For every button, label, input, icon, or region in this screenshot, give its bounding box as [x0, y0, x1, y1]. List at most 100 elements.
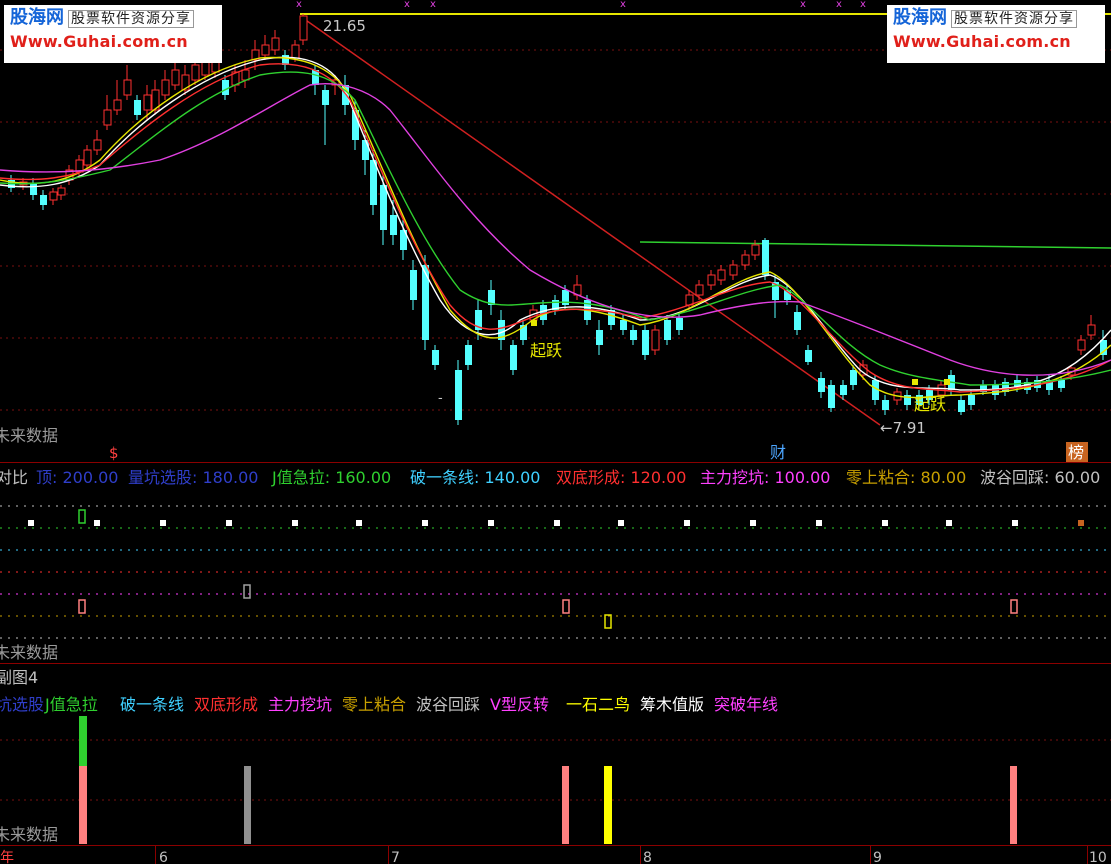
sub2-grid — [0, 739, 1111, 801]
sub2-legend-10: 突破年线 — [714, 695, 778, 714]
main-caption: 未来数据 — [0, 426, 58, 445]
watermark-brand: 股海网 — [10, 7, 64, 28]
candle — [271, 37, 280, 51]
candlesticks — [8, 14, 1107, 425]
high-price-label: 21.65 — [323, 17, 366, 35]
low-price-label: ←7.91 — [880, 419, 926, 437]
sub2-bars — [79, 716, 1017, 844]
candle — [805, 350, 812, 362]
sub2-legend-3: 双底形成 — [194, 695, 258, 714]
marker-cai: 财 — [770, 443, 786, 462]
candle — [261, 44, 270, 56]
signal-dot — [28, 520, 34, 526]
dash-mark: - — [438, 391, 443, 406]
sub1-legend: 顶: 200.00 量坑选股: 180.00 J值急拉: 160.00 破一条线… — [36, 468, 1100, 487]
candle — [642, 330, 649, 355]
candle — [161, 79, 170, 96]
sub1-caption: 未来数据 — [0, 643, 58, 662]
candle — [510, 345, 517, 370]
candle — [455, 370, 462, 420]
sub1-legend-5: 主力挖坑: 100.00 — [700, 468, 830, 487]
sub1-legend-4: 双底形成: 120.00 — [556, 468, 686, 487]
candle — [30, 183, 37, 195]
svg-text:x: x — [620, 0, 626, 10]
sub2-legend-4: 主力挖坑 — [268, 695, 332, 714]
chart-canvas: 21.65 ←7.91 起跃 起跃 - 未来数据 $ 财 榜 对比 顶: 200… — [0, 0, 1111, 864]
candle — [707, 274, 716, 286]
sub2-legend-9: 筹木值版 — [640, 695, 704, 714]
candle — [299, 15, 308, 41]
watermark-right: 股海网 股票软件资源分享 Www.Guhai.com.cn — [887, 5, 1105, 63]
candle — [695, 284, 704, 296]
candle — [717, 269, 726, 281]
svg-text:x: x — [430, 0, 436, 10]
signal-dot — [292, 520, 298, 526]
candle — [840, 385, 847, 395]
candle — [143, 94, 152, 111]
watermark-tagline: 股票软件资源分享 — [68, 10, 194, 28]
sub2-legend-6: 波谷回踩 — [416, 695, 480, 714]
signal-dot — [422, 520, 428, 526]
candle — [620, 320, 627, 330]
watermark-url: Www.Guhai.com.cn — [893, 32, 1071, 51]
resistance-line — [639, 241, 1111, 249]
signal-dot — [684, 520, 690, 526]
candle — [882, 400, 889, 410]
candle — [651, 329, 660, 351]
sub1-title: 对比 — [0, 468, 28, 487]
candle — [596, 330, 603, 345]
sub2-caption: 未来数据 — [0, 825, 58, 844]
sub1-legend-3: 破一条线: 140.00 — [410, 468, 540, 487]
sub2-legend-0: 坑选股 — [0, 695, 44, 714]
candle — [134, 100, 141, 115]
signal-dot — [816, 520, 822, 526]
signal-dot — [618, 520, 624, 526]
sub2-legend-2: 破一条线 — [120, 695, 184, 714]
candle — [958, 400, 965, 412]
signal-label-1: 起跃 — [530, 341, 562, 360]
sub2-legend-1: J值急拉 — [44, 695, 98, 714]
time-label-1: 6 — [159, 850, 168, 864]
signal-dot — [946, 520, 952, 526]
candle — [968, 395, 975, 405]
svg-text:x: x — [860, 0, 866, 10]
candle — [630, 330, 637, 340]
watermark-tagline: 股票软件资源分享 — [951, 10, 1077, 28]
sub1-signals — [78, 509, 1018, 629]
signal-dot — [554, 520, 560, 526]
signal-dot — [356, 520, 362, 526]
sub1-legend-1: 量坑选股: 180.00 — [128, 468, 258, 487]
candle — [380, 185, 387, 230]
time-axis-labels: 年 6 7 8 9 10 — [0, 850, 1107, 864]
signal-dot — [226, 520, 232, 526]
marker-bang: 榜 — [1068, 443, 1084, 462]
time-axis-ticks — [155, 846, 1088, 864]
marker-s: $ — [109, 444, 119, 462]
watermark-url: Www.Guhai.com.cn — [10, 32, 188, 51]
ma-green — [0, 71, 1111, 386]
time-label-0: 年 — [0, 850, 14, 864]
candle — [410, 270, 417, 300]
candle — [40, 195, 47, 205]
candle — [1077, 339, 1086, 351]
candle — [113, 99, 122, 111]
top-markers: xxx xxx x — [296, 0, 866, 10]
signal-dot — [882, 520, 888, 526]
sub2-legend: 坑选股 J值急拉 破一条线 双底形成 主力挖坑 零上粘合 波谷回踩 V型反转 一… — [0, 695, 778, 714]
sub2-title: 副图4 — [0, 668, 38, 687]
time-label-3: 8 — [643, 850, 652, 864]
candle — [422, 265, 429, 340]
sub1-signal-dots — [28, 520, 1084, 526]
signal-dot — [750, 520, 756, 526]
svg-text:x: x — [404, 0, 410, 10]
candle — [676, 318, 683, 330]
candle — [93, 139, 102, 151]
signal-dot — [94, 520, 100, 526]
candle — [291, 44, 300, 59]
candle — [751, 244, 760, 256]
candle — [322, 90, 329, 105]
signal-label-2: 起跃 — [914, 395, 946, 414]
watermark-brand: 股海网 — [893, 7, 947, 28]
sub1-legend-7: 波谷回踩: 60.00 — [980, 468, 1100, 487]
candle — [390, 215, 397, 235]
